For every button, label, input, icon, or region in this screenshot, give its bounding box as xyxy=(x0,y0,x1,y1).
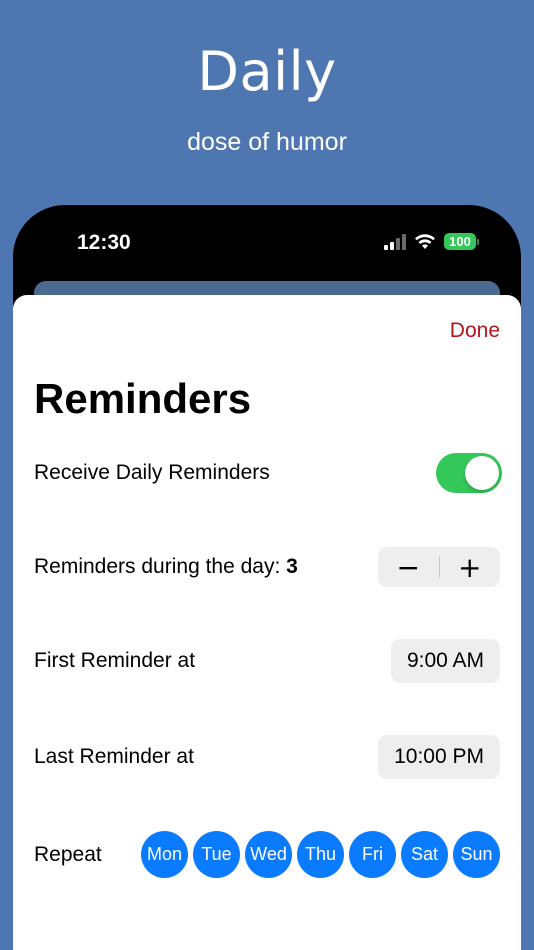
repeat-row: Repeat Mon Tue Wed Thu Fri Sat Sun xyxy=(34,831,500,878)
daily-reminders-toggle[interactable] xyxy=(436,453,502,493)
wifi-icon xyxy=(415,233,435,249)
reminders-sheet: Done Reminders Receive Daily Reminders R… xyxy=(13,295,521,950)
hero-subtitle: dose of humor xyxy=(187,128,347,156)
daily-reminders-label: Receive Daily Reminders xyxy=(34,461,270,484)
day-fri-button[interactable]: Fri xyxy=(349,831,396,878)
repeat-label: Repeat xyxy=(34,842,102,866)
day-thu-button[interactable]: Thu xyxy=(297,831,344,878)
toggle-knob xyxy=(465,456,499,490)
day-wed-button[interactable]: Wed xyxy=(245,831,292,878)
done-button[interactable]: Done xyxy=(450,319,500,343)
reminders-count-row: Reminders during the day: 3 − + xyxy=(34,547,500,587)
plus-button[interactable]: + xyxy=(440,547,501,587)
reminders-count-label: Reminders during the day: 3 xyxy=(34,555,298,578)
last-reminder-label: Last Reminder at xyxy=(34,745,194,768)
day-tue-button[interactable]: Tue xyxy=(193,831,240,878)
battery-level: 100 xyxy=(444,233,476,250)
hero-title: Daily xyxy=(197,40,337,103)
status-icons: 100 xyxy=(384,233,479,250)
status-time: 12:30 xyxy=(77,231,131,254)
repeat-days: Mon Tue Wed Thu Fri Sat Sun xyxy=(141,831,500,878)
last-reminder-row: Last Reminder at 10:00 PM xyxy=(34,735,500,779)
battery-icon: 100 xyxy=(444,233,479,250)
reminders-stepper: − + xyxy=(378,547,500,587)
sheet-title: Reminders xyxy=(34,375,252,422)
first-reminder-label: First Reminder at xyxy=(34,649,196,672)
minus-button[interactable]: − xyxy=(378,547,439,587)
day-sun-button[interactable]: Sun xyxy=(453,831,500,878)
day-mon-button[interactable]: Mon xyxy=(141,831,188,878)
last-reminder-time-button[interactable]: 10:00 PM xyxy=(378,735,500,779)
reminders-count-value: 3 xyxy=(286,555,298,578)
first-reminder-row: First Reminder at 9:00 AM xyxy=(34,639,500,683)
signal-icon xyxy=(384,233,406,250)
daily-reminders-row: Receive Daily Reminders xyxy=(34,453,502,493)
first-reminder-time-button[interactable]: 9:00 AM xyxy=(390,639,500,683)
day-sat-button[interactable]: Sat xyxy=(401,831,448,878)
